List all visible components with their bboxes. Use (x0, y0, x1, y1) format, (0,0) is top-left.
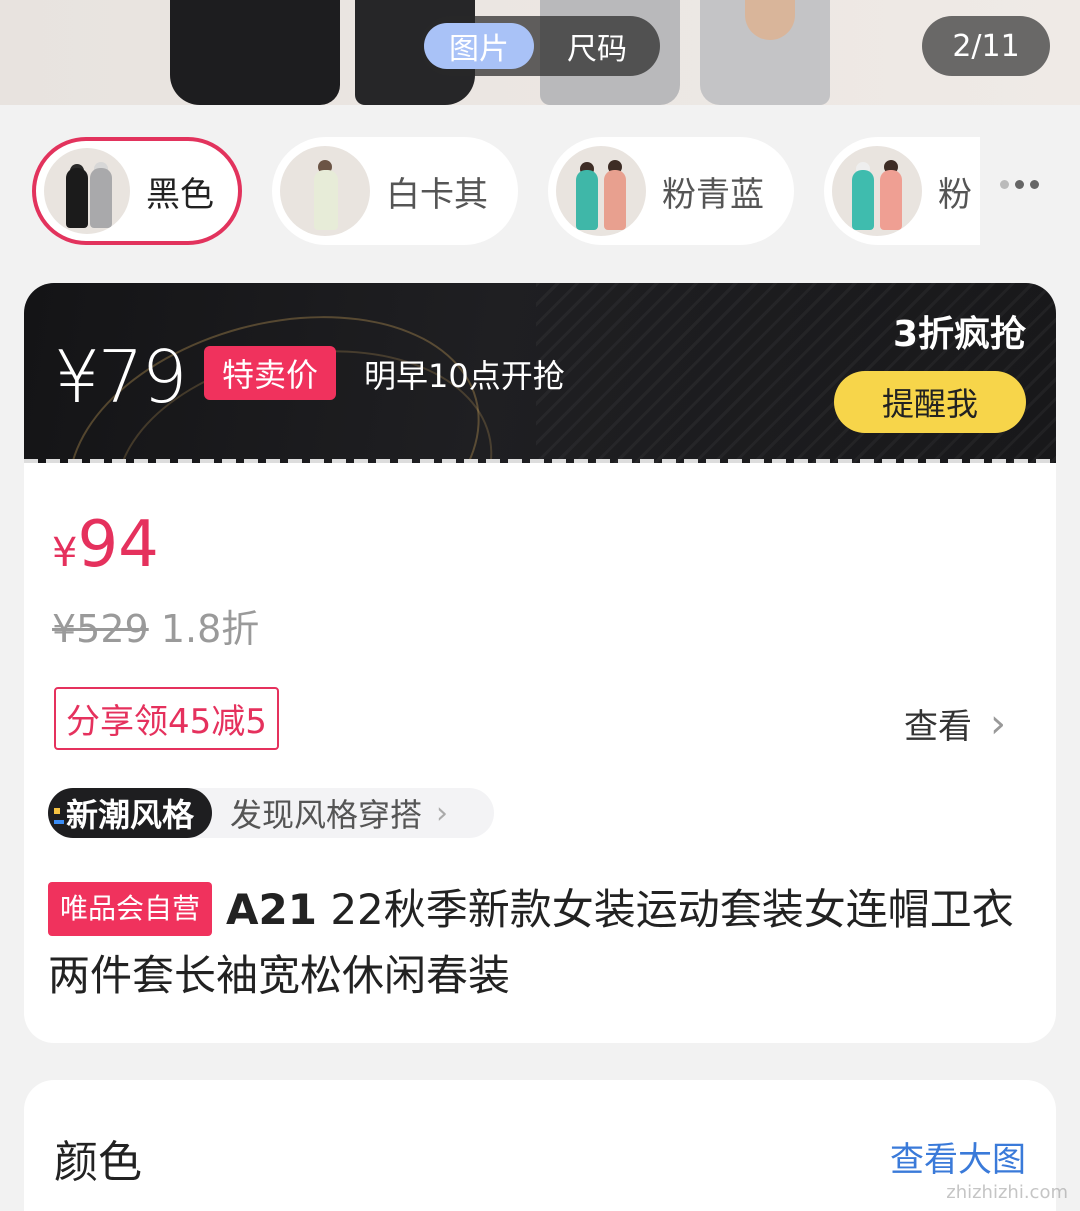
color-thumb-white-khaki (280, 146, 370, 236)
color-thumb-pink (832, 146, 922, 236)
color-chip-pink[interactable]: 粉 (824, 137, 980, 245)
color-chip-label: 粉青蓝 (662, 174, 764, 215)
color-section-card: 颜色 查看大图 (24, 1080, 1056, 1211)
image-counter: 2/11 (922, 16, 1050, 76)
tab-images[interactable]: 图片 (424, 23, 534, 69)
current-price: ¥94 (52, 508, 159, 582)
discount-rate: 1.8折 (160, 607, 260, 651)
style-link-label: 发现风格穿搭 (230, 796, 423, 834)
watermark: zhizhizhi.com (946, 1182, 1068, 1203)
chevron-right-icon: › (990, 700, 1006, 747)
style-outfit-link[interactable]: 新潮风格 发现风格穿搭 › (48, 788, 494, 838)
flash-sale-tag: 特卖价 (204, 346, 337, 400)
media-tab-switch: 图片 尺码 (420, 16, 660, 76)
current-price-value: 94 (77, 508, 159, 582)
remind-me-button[interactable]: 提醒我 (834, 371, 1026, 433)
currency-symbol: ¥ (52, 530, 78, 576)
flash-sale-banner: ¥79 特卖价 明早10点开抢 3折疯抢 提醒我 (24, 283, 1056, 463)
color-thumb-black (44, 148, 130, 234)
brand-name: A21 (226, 885, 317, 934)
original-price-row: ¥529 1.8折 (52, 598, 259, 653)
view-coupon-label: 查看 (904, 707, 972, 747)
color-chip-label: 白卡其 (386, 174, 488, 215)
view-coupon-link[interactable]: 查看 › (904, 699, 1006, 748)
color-chip-pink-teal[interactable]: 粉青蓝 (548, 137, 794, 245)
seller-tag: 唯品会自营 (48, 882, 213, 936)
color-chip-black[interactable]: 黑色 (32, 137, 242, 245)
more-colors-indicator (1000, 180, 1039, 189)
color-chip-white-khaki[interactable]: 白卡其 (272, 137, 518, 245)
product-photo-left (170, 0, 340, 105)
share-coupon-badge[interactable]: 分享领45减5 (54, 687, 279, 750)
color-chip-label: 黑色 (146, 174, 214, 215)
product-title: 唯品会自营 A21 22秋季新款女装运动套装女连帽卫衣两件套长袖宽松休闲春装 (48, 877, 1038, 1009)
product-image-strip[interactable]: 图片 尺码 2/11 (0, 0, 1080, 105)
original-price: ¥529 (52, 607, 149, 651)
flash-sale-price: ¥79 (54, 335, 187, 419)
chevron-right-icon: › (436, 795, 449, 831)
flash-sale-discount: 3折疯抢 (892, 314, 1026, 355)
color-thumb-pink-teal (556, 146, 646, 236)
color-chip-label: 粉 (938, 174, 972, 215)
view-large-image-link[interactable]: 查看大图 (890, 1132, 1026, 1181)
trend-style-badge: 新潮风格 (48, 788, 212, 838)
color-chip-row[interactable]: 黑色 白卡其 粉青蓝 粉 (0, 137, 980, 245)
tab-size[interactable]: 尺码 (542, 23, 652, 69)
flash-sale-start-time: 明早10点开抢 (364, 357, 565, 395)
product-info-card: ¥94 ¥529 1.8折 分享领45减5 查看 › 新潮风格 发现风格穿搭 ›… (24, 463, 1056, 1043)
color-section-heading: 颜色 (54, 1137, 142, 1188)
